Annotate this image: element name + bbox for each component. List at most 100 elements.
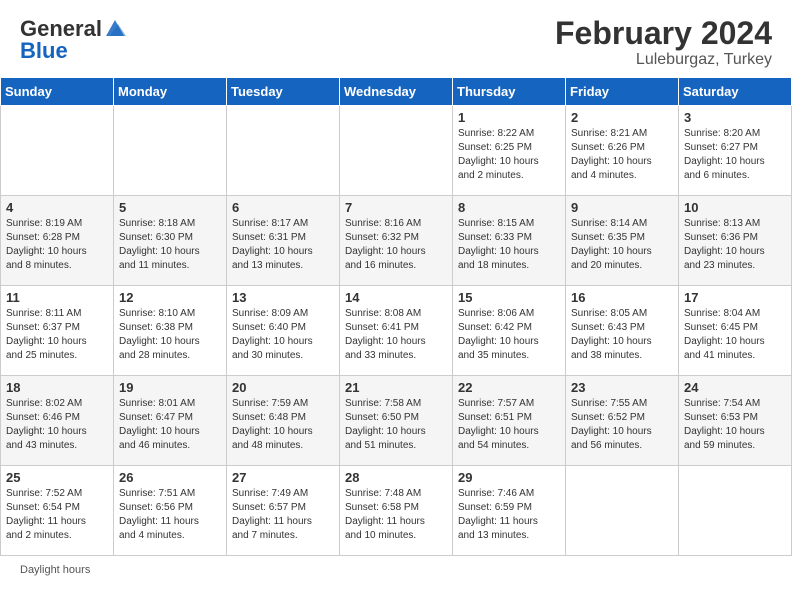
calendar-cell: 10 Sunrise: 8:13 AM Sunset: 6:36 PM Dayli… xyxy=(679,196,792,286)
day-number: 28 xyxy=(345,470,447,485)
day-info: Sunrise: 8:04 AM Sunset: 6:45 PM Dayligh… xyxy=(684,307,786,363)
calendar-cell: 8 Sunrise: 8:15 AM Sunset: 6:33 PM Daylig… xyxy=(453,196,566,286)
col-sunday: Sunday xyxy=(1,78,114,106)
day-number: 19 xyxy=(119,380,221,395)
day-number: 25 xyxy=(6,470,108,485)
day-info: Sunrise: 7:48 AM Sunset: 6:58 PM Dayligh… xyxy=(345,487,447,543)
day-info: Sunrise: 8:10 AM Sunset: 6:38 PM Dayligh… xyxy=(119,307,221,363)
day-number: 7 xyxy=(345,200,447,215)
day-info: Sunrise: 7:51 AM Sunset: 6:56 PM Dayligh… xyxy=(119,487,221,543)
calendar-cell: 16Sunrise: 8:05 AM Sunset: 6:43 PM Dayli… xyxy=(566,286,679,376)
day-info: Sunrise: 8:17 AM Sunset: 6:31 PM Dayligh… xyxy=(232,217,334,273)
day-info: Sunrise: 8:11 AM Sunset: 6:37 PM Dayligh… xyxy=(6,307,108,363)
day-info: Sunrise: 8:16 AM Sunset: 6:32 PM Dayligh… xyxy=(345,217,447,273)
calendar-cell xyxy=(566,466,679,556)
calendar-cell: 20 Sunrise: 7:59 AM Sunset: 6:48 PM Dayli… xyxy=(227,376,340,466)
day-number: 18 xyxy=(6,380,108,395)
calendar-cell: 29 Sunrise: 7:46 AM Sunset: 6:59 PM Dayli… xyxy=(453,466,566,556)
day-info: Sunrise: 8:20 AM Sunset: 6:27 PM Dayligh… xyxy=(684,127,786,183)
calendar-table: Sunday Monday Tuesday Wednesday Thursday… xyxy=(0,77,792,556)
day-info: Sunrise: 7:58 AM Sunset: 6:50 PM Dayligh… xyxy=(345,397,447,453)
calendar-cell xyxy=(227,106,340,196)
day-info: Sunrise: 8:18 AM Sunset: 6:30 PM Dayligh… xyxy=(119,217,221,273)
day-number: 20 xyxy=(232,380,334,395)
calendar-cell: 24 Sunrise: 7:54 AM Sunset: 6:53 PM Dayli… xyxy=(679,376,792,466)
col-friday: Friday xyxy=(566,78,679,106)
calendar-cell: 18 Sunrise: 8:02 AM Sunset: 6:46 PM Dayli… xyxy=(1,376,114,466)
day-info: Sunrise: 8:06 AM Sunset: 6:42 PM Dayligh… xyxy=(458,307,560,363)
calendar-cell: 3Sunrise: 8:20 AM Sunset: 6:27 PM Daylig… xyxy=(679,106,792,196)
day-number: 12 xyxy=(119,290,221,305)
col-tuesday: Tuesday xyxy=(227,78,340,106)
calendar-cell: 17 Sunrise: 8:04 AM Sunset: 6:45 PM Dayli… xyxy=(679,286,792,376)
day-info: Sunrise: 7:59 AM Sunset: 6:48 PM Dayligh… xyxy=(232,397,334,453)
page-header: General Blue February 2024 Luleburgaz, T… xyxy=(0,0,792,77)
day-info: Sunrise: 7:57 AM Sunset: 6:51 PM Dayligh… xyxy=(458,397,560,453)
day-number: 16 xyxy=(571,290,673,305)
calendar-cell: 23Sunrise: 7:55 AM Sunset: 6:52 PM Dayli… xyxy=(566,376,679,466)
page-subtitle: Luleburgaz, Turkey xyxy=(555,51,772,69)
day-number: 8 xyxy=(458,200,560,215)
calendar-cell xyxy=(340,106,453,196)
day-number: 10 xyxy=(684,200,786,215)
calendar-cell: 7 Sunrise: 8:16 AM Sunset: 6:32 PM Daylig… xyxy=(340,196,453,286)
day-number: 4 xyxy=(6,200,108,215)
day-info: Sunrise: 7:52 AM Sunset: 6:54 PM Dayligh… xyxy=(6,487,108,543)
day-number: 22 xyxy=(458,380,560,395)
day-number: 13 xyxy=(232,290,334,305)
calendar-cell: 26 Sunrise: 7:51 AM Sunset: 6:56 PM Dayli… xyxy=(114,466,227,556)
day-info: Sunrise: 8:02 AM Sunset: 6:46 PM Dayligh… xyxy=(6,397,108,453)
logo: General Blue xyxy=(20,16,126,64)
calendar-cell: 15 Sunrise: 8:06 AM Sunset: 6:42 PM Dayli… xyxy=(453,286,566,376)
calendar-cell: 19 Sunrise: 8:01 AM Sunset: 6:47 PM Dayli… xyxy=(114,376,227,466)
day-number: 21 xyxy=(345,380,447,395)
day-number: 15 xyxy=(458,290,560,305)
calendar-cell: 4 Sunrise: 8:19 AM Sunset: 6:28 PM Daylig… xyxy=(1,196,114,286)
calendar-cell: 2Sunrise: 8:21 AM Sunset: 6:26 PM Daylig… xyxy=(566,106,679,196)
day-info: Sunrise: 7:46 AM Sunset: 6:59 PM Dayligh… xyxy=(458,487,560,543)
day-number: 24 xyxy=(684,380,786,395)
calendar-cell: 21 Sunrise: 7:58 AM Sunset: 6:50 PM Dayli… xyxy=(340,376,453,466)
calendar-cell: 12 Sunrise: 8:10 AM Sunset: 6:38 PM Dayli… xyxy=(114,286,227,376)
calendar-cell: 22 Sunrise: 7:57 AM Sunset: 6:51 PM Dayli… xyxy=(453,376,566,466)
page-title: February 2024 xyxy=(555,16,772,51)
day-number: 2 xyxy=(571,110,673,125)
calendar-cell: 27 Sunrise: 7:49 AM Sunset: 6:57 PM Dayli… xyxy=(227,466,340,556)
calendar-cell: 13 Sunrise: 8:09 AM Sunset: 6:40 PM Dayli… xyxy=(227,286,340,376)
daylight-hours-label: Daylight hours xyxy=(20,564,90,576)
calendar-cell: 9Sunrise: 8:14 AM Sunset: 6:35 PM Daylig… xyxy=(566,196,679,286)
calendar-body: 1Sunrise: 8:22 AM Sunset: 6:25 PM Daylig… xyxy=(1,106,792,556)
day-number: 29 xyxy=(458,470,560,485)
col-monday: Monday xyxy=(114,78,227,106)
day-info: Sunrise: 8:19 AM Sunset: 6:28 PM Dayligh… xyxy=(6,217,108,273)
day-info: Sunrise: 8:15 AM Sunset: 6:33 PM Dayligh… xyxy=(458,217,560,273)
col-thursday: Thursday xyxy=(453,78,566,106)
day-number: 5 xyxy=(119,200,221,215)
calendar-header: Sunday Monday Tuesday Wednesday Thursday… xyxy=(1,78,792,106)
day-info: Sunrise: 8:08 AM Sunset: 6:41 PM Dayligh… xyxy=(345,307,447,363)
day-info: Sunrise: 8:14 AM Sunset: 6:35 PM Dayligh… xyxy=(571,217,673,273)
day-info: Sunrise: 8:22 AM Sunset: 6:25 PM Dayligh… xyxy=(458,127,560,183)
day-info: Sunrise: 8:13 AM Sunset: 6:36 PM Dayligh… xyxy=(684,217,786,273)
calendar-cell: 5 Sunrise: 8:18 AM Sunset: 6:30 PM Daylig… xyxy=(114,196,227,286)
calendar-cell: 25 Sunrise: 7:52 AM Sunset: 6:54 PM Dayli… xyxy=(1,466,114,556)
day-info: Sunrise: 8:09 AM Sunset: 6:40 PM Dayligh… xyxy=(232,307,334,363)
title-area: February 2024 Luleburgaz, Turkey xyxy=(555,16,772,69)
day-number: 26 xyxy=(119,470,221,485)
page-container: General Blue February 2024 Luleburgaz, T… xyxy=(0,0,792,584)
day-number: 27 xyxy=(232,470,334,485)
calendar-cell: 11Sunrise: 8:11 AM Sunset: 6:37 PM Dayli… xyxy=(1,286,114,376)
day-number: 6 xyxy=(232,200,334,215)
day-info: Sunrise: 7:54 AM Sunset: 6:53 PM Dayligh… xyxy=(684,397,786,453)
day-info: Sunrise: 7:49 AM Sunset: 6:57 PM Dayligh… xyxy=(232,487,334,543)
day-number: 14 xyxy=(345,290,447,305)
calendar-cell: 28 Sunrise: 7:48 AM Sunset: 6:58 PM Dayli… xyxy=(340,466,453,556)
col-wednesday: Wednesday xyxy=(340,78,453,106)
day-info: Sunrise: 8:01 AM Sunset: 6:47 PM Dayligh… xyxy=(119,397,221,453)
logo-icon xyxy=(104,18,126,40)
calendar-cell xyxy=(679,466,792,556)
calendar-cell xyxy=(114,106,227,196)
calendar-cell: 6 Sunrise: 8:17 AM Sunset: 6:31 PM Daylig… xyxy=(227,196,340,286)
calendar-cell: 14 Sunrise: 8:08 AM Sunset: 6:41 PM Dayli… xyxy=(340,286,453,376)
day-number: 17 xyxy=(684,290,786,305)
